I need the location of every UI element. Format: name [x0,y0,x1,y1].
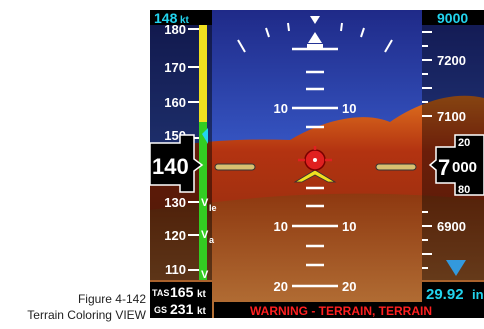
vspeed-bug-v: V [201,269,209,281]
selected-altitude-value: 9000 [437,10,468,26]
selected-airspeed-value: 148 [154,10,178,26]
speed-band-yellow [199,24,207,122]
gs-value: 231 [170,301,194,317]
pitch-label-10-down-right: 10 [342,219,356,234]
figure-caption-number: Figure 4-142 [77,292,146,306]
pitch-label-10-up-left: 10 [274,101,288,116]
figure-caption-title: Terrain Coloring VIEW [27,308,146,322]
pitch-label-20-down-left: 20 [274,279,288,294]
altitude-readout-prefix: 7 [438,155,450,180]
tas-unit: kt [197,289,207,300]
speed-tick-130: 130 [164,195,186,210]
baro-setting-value: 29.92 [426,286,464,303]
terrain-warning-text: WARNING - TERRAIN, TERRAIN [250,304,432,318]
altitude-roller-bottom: 80 [458,184,470,196]
svg-text:le: le [209,203,217,213]
speed-tick-120: 120 [164,228,186,243]
airspeed-readout-value: 140 [152,154,189,179]
altitude-roller-top: 20 [458,137,470,149]
svg-text:V: V [201,197,209,209]
tas-label: TAS [152,288,169,298]
svg-text:V: V [201,269,209,281]
pitch-label-10-up-right: 10 [342,101,356,116]
gs-label: GS [154,305,167,315]
gs-unit: kt [197,306,207,317]
selected-airspeed-unit: kt [180,15,190,26]
primary-flight-display: 10 10 10 10 20 20 180 170 160 150 130 12… [150,10,484,318]
altitude-readout-digits: 000 [452,159,477,176]
altitude-tick-7100: 7100 [437,109,466,124]
svg-text:V: V [201,229,209,241]
altitude-tick-6900: 6900 [437,219,466,234]
baro-setting-unit: in [472,287,484,302]
speed-tick-160: 160 [164,95,186,110]
altitude-tick-7200: 7200 [437,53,466,68]
speed-tick-170: 170 [164,60,186,75]
slip-indicator [307,44,323,48]
tas-value: 165 [170,284,194,300]
speed-tick-110: 110 [165,262,186,277]
pitch-label-20-down-right: 20 [342,279,356,294]
pitch-label-10-down-left: 10 [274,219,288,234]
